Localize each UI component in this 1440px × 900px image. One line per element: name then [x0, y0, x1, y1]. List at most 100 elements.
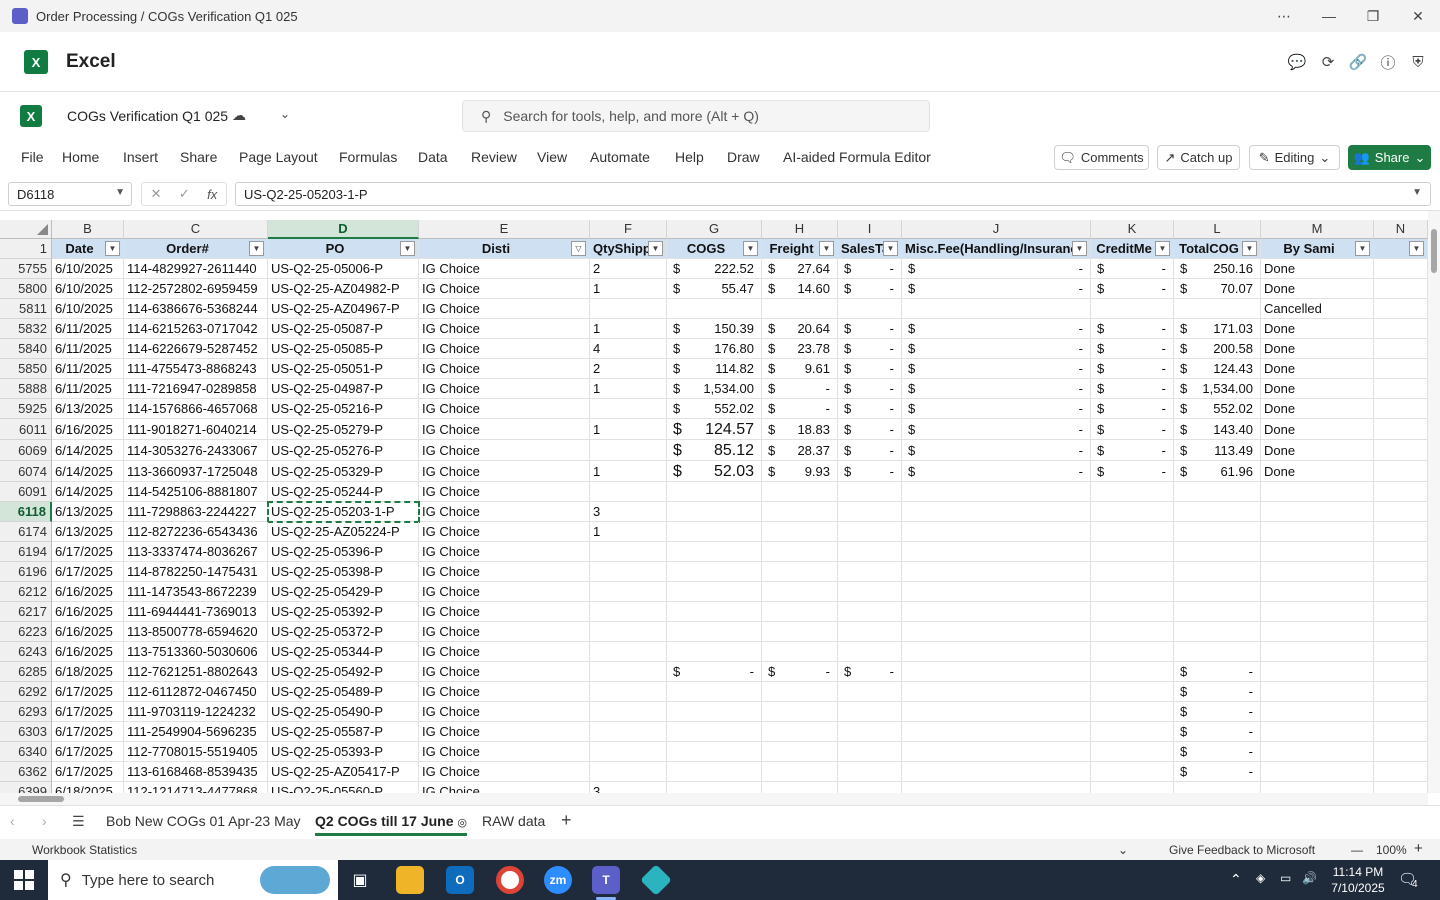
table-cell[interactable] [762, 522, 838, 542]
table-cell[interactable]: 6/18/2025 [52, 662, 124, 682]
table-cell[interactable]: IG Choice [419, 522, 590, 542]
table-cell[interactable] [667, 642, 762, 662]
filter-active-icon[interactable]: ▽ [571, 241, 586, 256]
table-cell[interactable]: US-Q2-25-AZ05417-P [268, 762, 419, 782]
outlook-icon[interactable]: O [446, 866, 474, 894]
table-cell[interactable] [1261, 722, 1374, 742]
table-cell[interactable]: 112-6112872-0467450 [124, 682, 268, 702]
table-cell[interactable]: 113-3660937-1725048 [124, 461, 268, 482]
table-cell[interactable] [1374, 440, 1428, 461]
table-cell[interactable]: Done [1261, 259, 1374, 279]
table-cell[interactable]: IG Choice [419, 461, 590, 482]
table-cell[interactable] [1374, 259, 1428, 279]
table-cell[interactable] [838, 299, 902, 319]
table-cell[interactable]: IG Choice [419, 299, 590, 319]
table-cell[interactable]: $9.93 [762, 461, 838, 482]
menu-share[interactable]: Share [180, 149, 217, 165]
table-cell[interactable]: $ - [902, 399, 1091, 419]
table-cell[interactable] [1374, 762, 1428, 782]
table-cell[interactable] [1261, 482, 1374, 502]
table-cell[interactable]: US-Q2-25-05051-P [268, 359, 419, 379]
refresh-icon[interactable]: ⟳ [1318, 52, 1338, 72]
table-cell[interactable] [902, 722, 1091, 742]
column-header-h[interactable]: H [762, 220, 838, 239]
table-cell[interactable]: $ - [902, 461, 1091, 482]
table-cell[interactable]: $14.60 [762, 279, 838, 299]
table-cell[interactable]: IG Choice [419, 259, 590, 279]
table-cell[interactable] [1174, 542, 1261, 562]
table-cell[interactable] [1374, 482, 1428, 502]
table-cell[interactable]: $ - [838, 379, 902, 399]
table-cell[interactable] [838, 742, 902, 762]
table-header-cell[interactable]: COGS ▼ [667, 239, 762, 259]
table-cell[interactable] [838, 602, 902, 622]
table-cell[interactable]: 6/13/2025 [52, 502, 124, 522]
zoom-icon[interactable]: zm [544, 866, 572, 894]
table-cell[interactable]: IG Choice [419, 742, 590, 762]
select-all-corner[interactable] [0, 220, 52, 239]
zoom-out-button[interactable]: — [1351, 843, 1363, 857]
table-cell[interactable]: $20.64 [762, 319, 838, 339]
table-cell[interactable]: 111-9703119-1224232 [124, 702, 268, 722]
table-cell[interactable] [667, 299, 762, 319]
table-cell[interactable] [1174, 502, 1261, 522]
table-cell[interactable]: 111-9018271-6040214 [124, 419, 268, 440]
table-cell[interactable]: IG Choice [419, 339, 590, 359]
table-cell[interactable] [1261, 702, 1374, 722]
table-header-cell[interactable]: QtyShipp ▼ [590, 239, 667, 259]
table-cell[interactable]: US-Q2-25-05344-P [268, 642, 419, 662]
column-header-d[interactable]: D [268, 220, 419, 239]
table-cell[interactable]: 1 [590, 319, 667, 339]
table-cell[interactable] [1261, 602, 1374, 622]
table-cell[interactable]: $ - [1091, 379, 1174, 399]
menu-home[interactable]: Home [62, 149, 99, 165]
volume-icon[interactable]: 🔊 [1302, 871, 1317, 885]
menu-ai-formula-editor[interactable]: AI-aided Formula Editor [783, 149, 931, 165]
table-cell[interactable] [902, 742, 1091, 762]
table-cell[interactable] [1091, 502, 1174, 522]
table-cell[interactable] [1374, 722, 1428, 742]
table-cell[interactable] [902, 662, 1091, 682]
table-cell[interactable]: 6/17/2025 [52, 762, 124, 782]
table-cell[interactable] [1374, 702, 1428, 722]
table-cell[interactable] [902, 582, 1091, 602]
table-cell[interactable] [838, 642, 902, 662]
row-header[interactable]: 6362 [0, 762, 52, 782]
filter-dropdown-icon[interactable]: ▼ [1242, 241, 1257, 256]
table-cell[interactable]: Done [1261, 319, 1374, 339]
table-cell[interactable]: $ - [838, 399, 902, 419]
table-cell[interactable]: US-Q2-25-05203-1-P [268, 502, 419, 522]
table-cell[interactable] [1174, 642, 1261, 662]
table-cell[interactable]: $23.78 [762, 339, 838, 359]
row-header[interactable]: 5925 [0, 399, 52, 419]
table-cell[interactable] [590, 562, 667, 582]
table-cell[interactable]: 111-6944441-7369013 [124, 602, 268, 622]
table-cell[interactable]: $ - [838, 259, 902, 279]
row-header[interactable]: 6091 [0, 482, 52, 502]
filter-dropdown-icon[interactable]: ▼ [105, 241, 120, 256]
table-cell[interactable]: $ - [838, 359, 902, 379]
menu-formulas[interactable]: Formulas [339, 149, 397, 165]
zoom-in-button[interactable]: + [1414, 840, 1423, 857]
table-cell[interactable]: $ - [902, 359, 1091, 379]
table-cell[interactable]: US-Q2-25-05587-P [268, 722, 419, 742]
chevron-down-icon[interactable]: ⌄ [1118, 843, 1128, 857]
table-cell[interactable]: $ - [838, 440, 902, 461]
share-button[interactable]: 👥 Share ⌄ [1348, 145, 1431, 170]
table-cell[interactable]: Done [1261, 419, 1374, 440]
table-cell[interactable] [1091, 622, 1174, 642]
table-cell[interactable]: US-Q2-25-05085-P [268, 339, 419, 359]
table-cell[interactable]: IG Choice [419, 682, 590, 702]
table-cell[interactable]: 113-6168468-8539435 [124, 762, 268, 782]
table-cell[interactable] [1174, 482, 1261, 502]
table-cell[interactable]: US-Q2-25-05398-P [268, 562, 419, 582]
table-cell[interactable]: 6/17/2025 [52, 742, 124, 762]
table-cell[interactable] [590, 440, 667, 461]
menu-insert[interactable]: Insert [123, 149, 158, 165]
table-cell[interactable]: $ - [762, 399, 838, 419]
table-cell[interactable]: 6/17/2025 [52, 702, 124, 722]
table-cell[interactable]: 113-7513360-5030606 [124, 642, 268, 662]
table-cell[interactable]: $250.16 [1174, 259, 1261, 279]
table-header-cell[interactable]: Freight ▼ [762, 239, 838, 259]
menu-page-layout[interactable]: Page Layout [239, 149, 318, 165]
